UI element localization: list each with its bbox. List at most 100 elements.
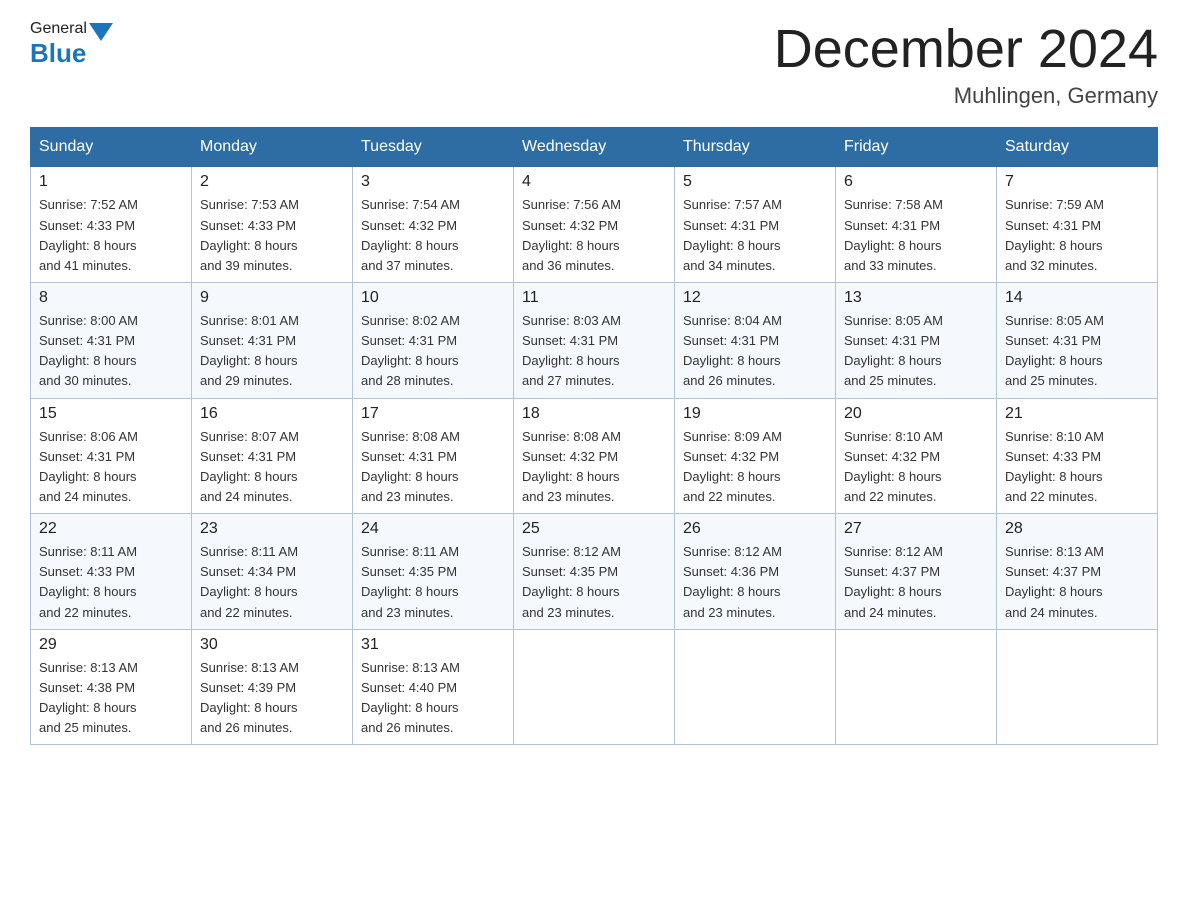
title-area: December 2024 Muhlingen, Germany (774, 20, 1158, 109)
weekday-header-monday: Monday (192, 128, 353, 167)
day-info: Sunrise: 8:02 AMSunset: 4:31 PMDaylight:… (361, 313, 460, 388)
day-number: 20 (844, 405, 988, 423)
calendar-cell: 18 Sunrise: 8:08 AMSunset: 4:32 PMDaylig… (514, 398, 675, 514)
day-number: 8 (39, 289, 183, 307)
calendar-cell: 31 Sunrise: 8:13 AMSunset: 4:40 PMDaylig… (353, 629, 514, 745)
calendar-cell: 4 Sunrise: 7:56 AMSunset: 4:32 PMDayligh… (514, 167, 675, 283)
day-info: Sunrise: 7:58 AMSunset: 4:31 PMDaylight:… (844, 197, 943, 272)
calendar-cell: 8 Sunrise: 8:00 AMSunset: 4:31 PMDayligh… (31, 282, 192, 398)
day-number: 22 (39, 520, 183, 538)
calendar-cell: 19 Sunrise: 8:09 AMSunset: 4:32 PMDaylig… (675, 398, 836, 514)
day-info: Sunrise: 8:11 AMSunset: 4:34 PMDaylight:… (200, 544, 298, 619)
day-number: 6 (844, 173, 988, 191)
day-info: Sunrise: 7:52 AMSunset: 4:33 PMDaylight:… (39, 197, 138, 272)
weekday-header-tuesday: Tuesday (353, 128, 514, 167)
calendar-cell: 28 Sunrise: 8:13 AMSunset: 4:37 PMDaylig… (997, 514, 1158, 630)
weekday-header-friday: Friday (836, 128, 997, 167)
day-info: Sunrise: 8:05 AMSunset: 4:31 PMDaylight:… (1005, 313, 1104, 388)
calendar-cell: 30 Sunrise: 8:13 AMSunset: 4:39 PMDaylig… (192, 629, 353, 745)
calendar-cell: 17 Sunrise: 8:08 AMSunset: 4:31 PMDaylig… (353, 398, 514, 514)
calendar-cell: 14 Sunrise: 8:05 AMSunset: 4:31 PMDaylig… (997, 282, 1158, 398)
day-number: 1 (39, 173, 183, 191)
calendar-cell: 9 Sunrise: 8:01 AMSunset: 4:31 PMDayligh… (192, 282, 353, 398)
day-info: Sunrise: 8:09 AMSunset: 4:32 PMDaylight:… (683, 429, 782, 504)
day-number: 2 (200, 173, 344, 191)
day-number: 15 (39, 405, 183, 423)
calendar-cell: 3 Sunrise: 7:54 AMSunset: 4:32 PMDayligh… (353, 167, 514, 283)
calendar-cell (997, 629, 1158, 745)
day-number: 17 (361, 405, 505, 423)
day-info: Sunrise: 8:13 AMSunset: 4:38 PMDaylight:… (39, 660, 138, 735)
day-info: Sunrise: 8:04 AMSunset: 4:31 PMDaylight:… (683, 313, 782, 388)
day-info: Sunrise: 7:53 AMSunset: 4:33 PMDaylight:… (200, 197, 299, 272)
calendar-cell: 5 Sunrise: 7:57 AMSunset: 4:31 PMDayligh… (675, 167, 836, 283)
day-number: 29 (39, 636, 183, 654)
calendar-cell: 26 Sunrise: 8:12 AMSunset: 4:36 PMDaylig… (675, 514, 836, 630)
weekday-header-thursday: Thursday (675, 128, 836, 167)
day-info: Sunrise: 7:54 AMSunset: 4:32 PMDaylight:… (361, 197, 460, 272)
calendar-cell: 22 Sunrise: 8:11 AMSunset: 4:33 PMDaylig… (31, 514, 192, 630)
calendar-cell: 10 Sunrise: 8:02 AMSunset: 4:31 PMDaylig… (353, 282, 514, 398)
calendar-cell: 16 Sunrise: 8:07 AMSunset: 4:31 PMDaylig… (192, 398, 353, 514)
calendar-week-row: 22 Sunrise: 8:11 AMSunset: 4:33 PMDaylig… (31, 514, 1158, 630)
calendar-table: SundayMondayTuesdayWednesdayThursdayFrid… (30, 127, 1158, 745)
day-info: Sunrise: 8:11 AMSunset: 4:35 PMDaylight:… (361, 544, 459, 619)
calendar-cell (675, 629, 836, 745)
day-number: 13 (844, 289, 988, 307)
day-number: 23 (200, 520, 344, 538)
calendar-week-row: 15 Sunrise: 8:06 AMSunset: 4:31 PMDaylig… (31, 398, 1158, 514)
day-number: 7 (1005, 173, 1149, 191)
day-number: 14 (1005, 289, 1149, 307)
calendar-cell: 27 Sunrise: 8:12 AMSunset: 4:37 PMDaylig… (836, 514, 997, 630)
calendar-cell: 1 Sunrise: 7:52 AMSunset: 4:33 PMDayligh… (31, 167, 192, 283)
day-number: 16 (200, 405, 344, 423)
calendar-week-row: 1 Sunrise: 7:52 AMSunset: 4:33 PMDayligh… (31, 167, 1158, 283)
day-info: Sunrise: 7:57 AMSunset: 4:31 PMDaylight:… (683, 197, 782, 272)
calendar-cell: 20 Sunrise: 8:10 AMSunset: 4:32 PMDaylig… (836, 398, 997, 514)
logo-general-text: General (30, 20, 87, 38)
calendar-cell: 15 Sunrise: 8:06 AMSunset: 4:31 PMDaylig… (31, 398, 192, 514)
day-number: 30 (200, 636, 344, 654)
day-number: 27 (844, 520, 988, 538)
calendar-cell: 23 Sunrise: 8:11 AMSunset: 4:34 PMDaylig… (192, 514, 353, 630)
day-number: 10 (361, 289, 505, 307)
logo-blue-text: Blue (30, 38, 86, 69)
day-info: Sunrise: 8:03 AMSunset: 4:31 PMDaylight:… (522, 313, 621, 388)
calendar-cell: 13 Sunrise: 8:05 AMSunset: 4:31 PMDaylig… (836, 282, 997, 398)
calendar-cell: 25 Sunrise: 8:12 AMSunset: 4:35 PMDaylig… (514, 514, 675, 630)
day-info: Sunrise: 8:11 AMSunset: 4:33 PMDaylight:… (39, 544, 137, 619)
day-number: 25 (522, 520, 666, 538)
day-info: Sunrise: 8:10 AMSunset: 4:32 PMDaylight:… (844, 429, 943, 504)
day-info: Sunrise: 8:08 AMSunset: 4:31 PMDaylight:… (361, 429, 460, 504)
day-number: 4 (522, 173, 666, 191)
day-info: Sunrise: 8:05 AMSunset: 4:31 PMDaylight:… (844, 313, 943, 388)
calendar-week-row: 29 Sunrise: 8:13 AMSunset: 4:38 PMDaylig… (31, 629, 1158, 745)
day-info: Sunrise: 8:13 AMSunset: 4:40 PMDaylight:… (361, 660, 460, 735)
day-number: 12 (683, 289, 827, 307)
day-number: 21 (1005, 405, 1149, 423)
calendar-cell (514, 629, 675, 745)
day-number: 24 (361, 520, 505, 538)
weekday-header-wednesday: Wednesday (514, 128, 675, 167)
weekday-header-sunday: Sunday (31, 128, 192, 167)
day-number: 5 (683, 173, 827, 191)
calendar-cell: 7 Sunrise: 7:59 AMSunset: 4:31 PMDayligh… (997, 167, 1158, 283)
logo: General (30, 20, 115, 38)
month-title: December 2024 (774, 20, 1158, 79)
day-info: Sunrise: 8:12 AMSunset: 4:35 PMDaylight:… (522, 544, 621, 619)
page-header: General Blue December 2024 Muhlingen, Ge… (30, 20, 1158, 109)
day-info: Sunrise: 7:56 AMSunset: 4:32 PMDaylight:… (522, 197, 621, 272)
calendar-cell: 6 Sunrise: 7:58 AMSunset: 4:31 PMDayligh… (836, 167, 997, 283)
day-info: Sunrise: 8:13 AMSunset: 4:37 PMDaylight:… (1005, 544, 1104, 619)
day-number: 3 (361, 173, 505, 191)
day-number: 9 (200, 289, 344, 307)
weekday-header-saturday: Saturday (997, 128, 1158, 167)
day-number: 11 (522, 289, 666, 307)
calendar-cell: 29 Sunrise: 8:13 AMSunset: 4:38 PMDaylig… (31, 629, 192, 745)
calendar-cell: 21 Sunrise: 8:10 AMSunset: 4:33 PMDaylig… (997, 398, 1158, 514)
day-info: Sunrise: 8:13 AMSunset: 4:39 PMDaylight:… (200, 660, 299, 735)
day-info: Sunrise: 8:12 AMSunset: 4:37 PMDaylight:… (844, 544, 943, 619)
logo-area: General Blue (30, 20, 115, 69)
calendar-cell: 2 Sunrise: 7:53 AMSunset: 4:33 PMDayligh… (192, 167, 353, 283)
day-info: Sunrise: 8:08 AMSunset: 4:32 PMDaylight:… (522, 429, 621, 504)
